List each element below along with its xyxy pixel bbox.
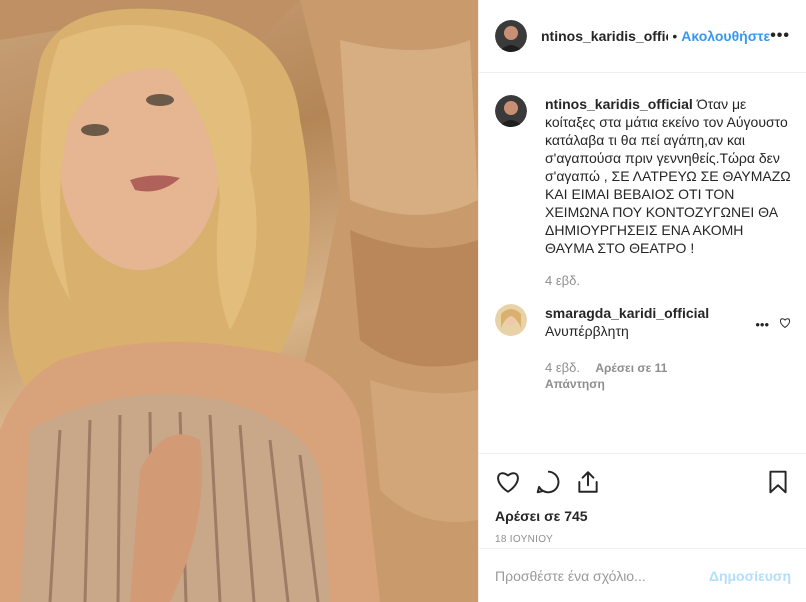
caption-body: ntinos_karidis_official Όταν με κοίταξες … bbox=[545, 95, 791, 257]
comment-likes[interactable]: Αρέσει σε 11 bbox=[595, 361, 667, 375]
add-comment-bar: Δημοσίευση bbox=[479, 548, 806, 602]
caption-avatar[interactable] bbox=[495, 95, 527, 127]
post-actions: Αρέσει σε 745 18 ΙΟΥΝΙΟΥ bbox=[479, 453, 806, 548]
follow-button[interactable]: Ακολουθήστε bbox=[681, 28, 770, 44]
instagram-post: ntinos_karidis_official • Ακολουθήστε ••… bbox=[0, 0, 806, 602]
share-icon[interactable] bbox=[575, 469, 601, 495]
comments-section: ntinos_karidis_official Όταν με κοίταξες … bbox=[479, 73, 806, 453]
post-side-panel: ntinos_karidis_official • Ακολουθήστε ••… bbox=[478, 0, 806, 602]
comment-controls: ••• bbox=[755, 308, 791, 340]
commenter-avatar[interactable] bbox=[495, 304, 527, 336]
comment-timestamp[interactable]: 4 εβδ. bbox=[545, 360, 580, 375]
commenter-username[interactable]: smaragda_karidi_official bbox=[545, 304, 751, 322]
action-icons-row bbox=[495, 462, 791, 502]
post-photo[interactable] bbox=[0, 0, 478, 602]
header-separator: • bbox=[672, 28, 678, 44]
heart-icon[interactable] bbox=[495, 469, 521, 495]
caption-username[interactable]: ntinos_karidis_official bbox=[545, 96, 693, 112]
post-photo-illustration bbox=[0, 0, 478, 602]
comment-heart-icon[interactable] bbox=[779, 317, 791, 332]
comment-row: smaragda_karidi_official Ανυπέρβλητη ••• bbox=[495, 304, 791, 340]
post-comment-button[interactable]: Δημοσίευση bbox=[709, 568, 791, 584]
comment-reply-button[interactable]: Απάντηση bbox=[545, 377, 791, 391]
like-count[interactable]: Αρέσει σε 745 bbox=[495, 508, 791, 524]
caption-row: ntinos_karidis_official Όταν με κοίταξες … bbox=[495, 95, 791, 257]
comment-meta: 4 εβδ. Αρέσει σε 11 Απάντηση bbox=[545, 360, 791, 391]
bookmark-icon[interactable] bbox=[765, 469, 791, 495]
comment-text: Ανυπέρβλητη bbox=[545, 323, 629, 339]
post-date[interactable]: 18 ΙΟΥΝΙΟΥ bbox=[495, 534, 791, 545]
more-options-icon[interactable]: ••• bbox=[770, 27, 790, 45]
caption-text: Όταν με κοίταξες στα μάτια εκείνο τον Αύ… bbox=[545, 96, 791, 256]
post-header: ntinos_karidis_official • Ακολουθήστε ••… bbox=[479, 0, 806, 73]
author-username[interactable]: ntinos_karidis_official bbox=[541, 28, 668, 44]
comment-more-icon[interactable]: ••• bbox=[755, 317, 769, 332]
caption-timestamp[interactable]: 4 εβδ. bbox=[545, 273, 791, 288]
comment-icon[interactable] bbox=[535, 469, 561, 495]
comment-body: smaragda_karidi_official Ανυπέρβλητη bbox=[545, 304, 755, 340]
author-avatar[interactable] bbox=[495, 20, 527, 52]
comment-input[interactable] bbox=[495, 567, 709, 584]
